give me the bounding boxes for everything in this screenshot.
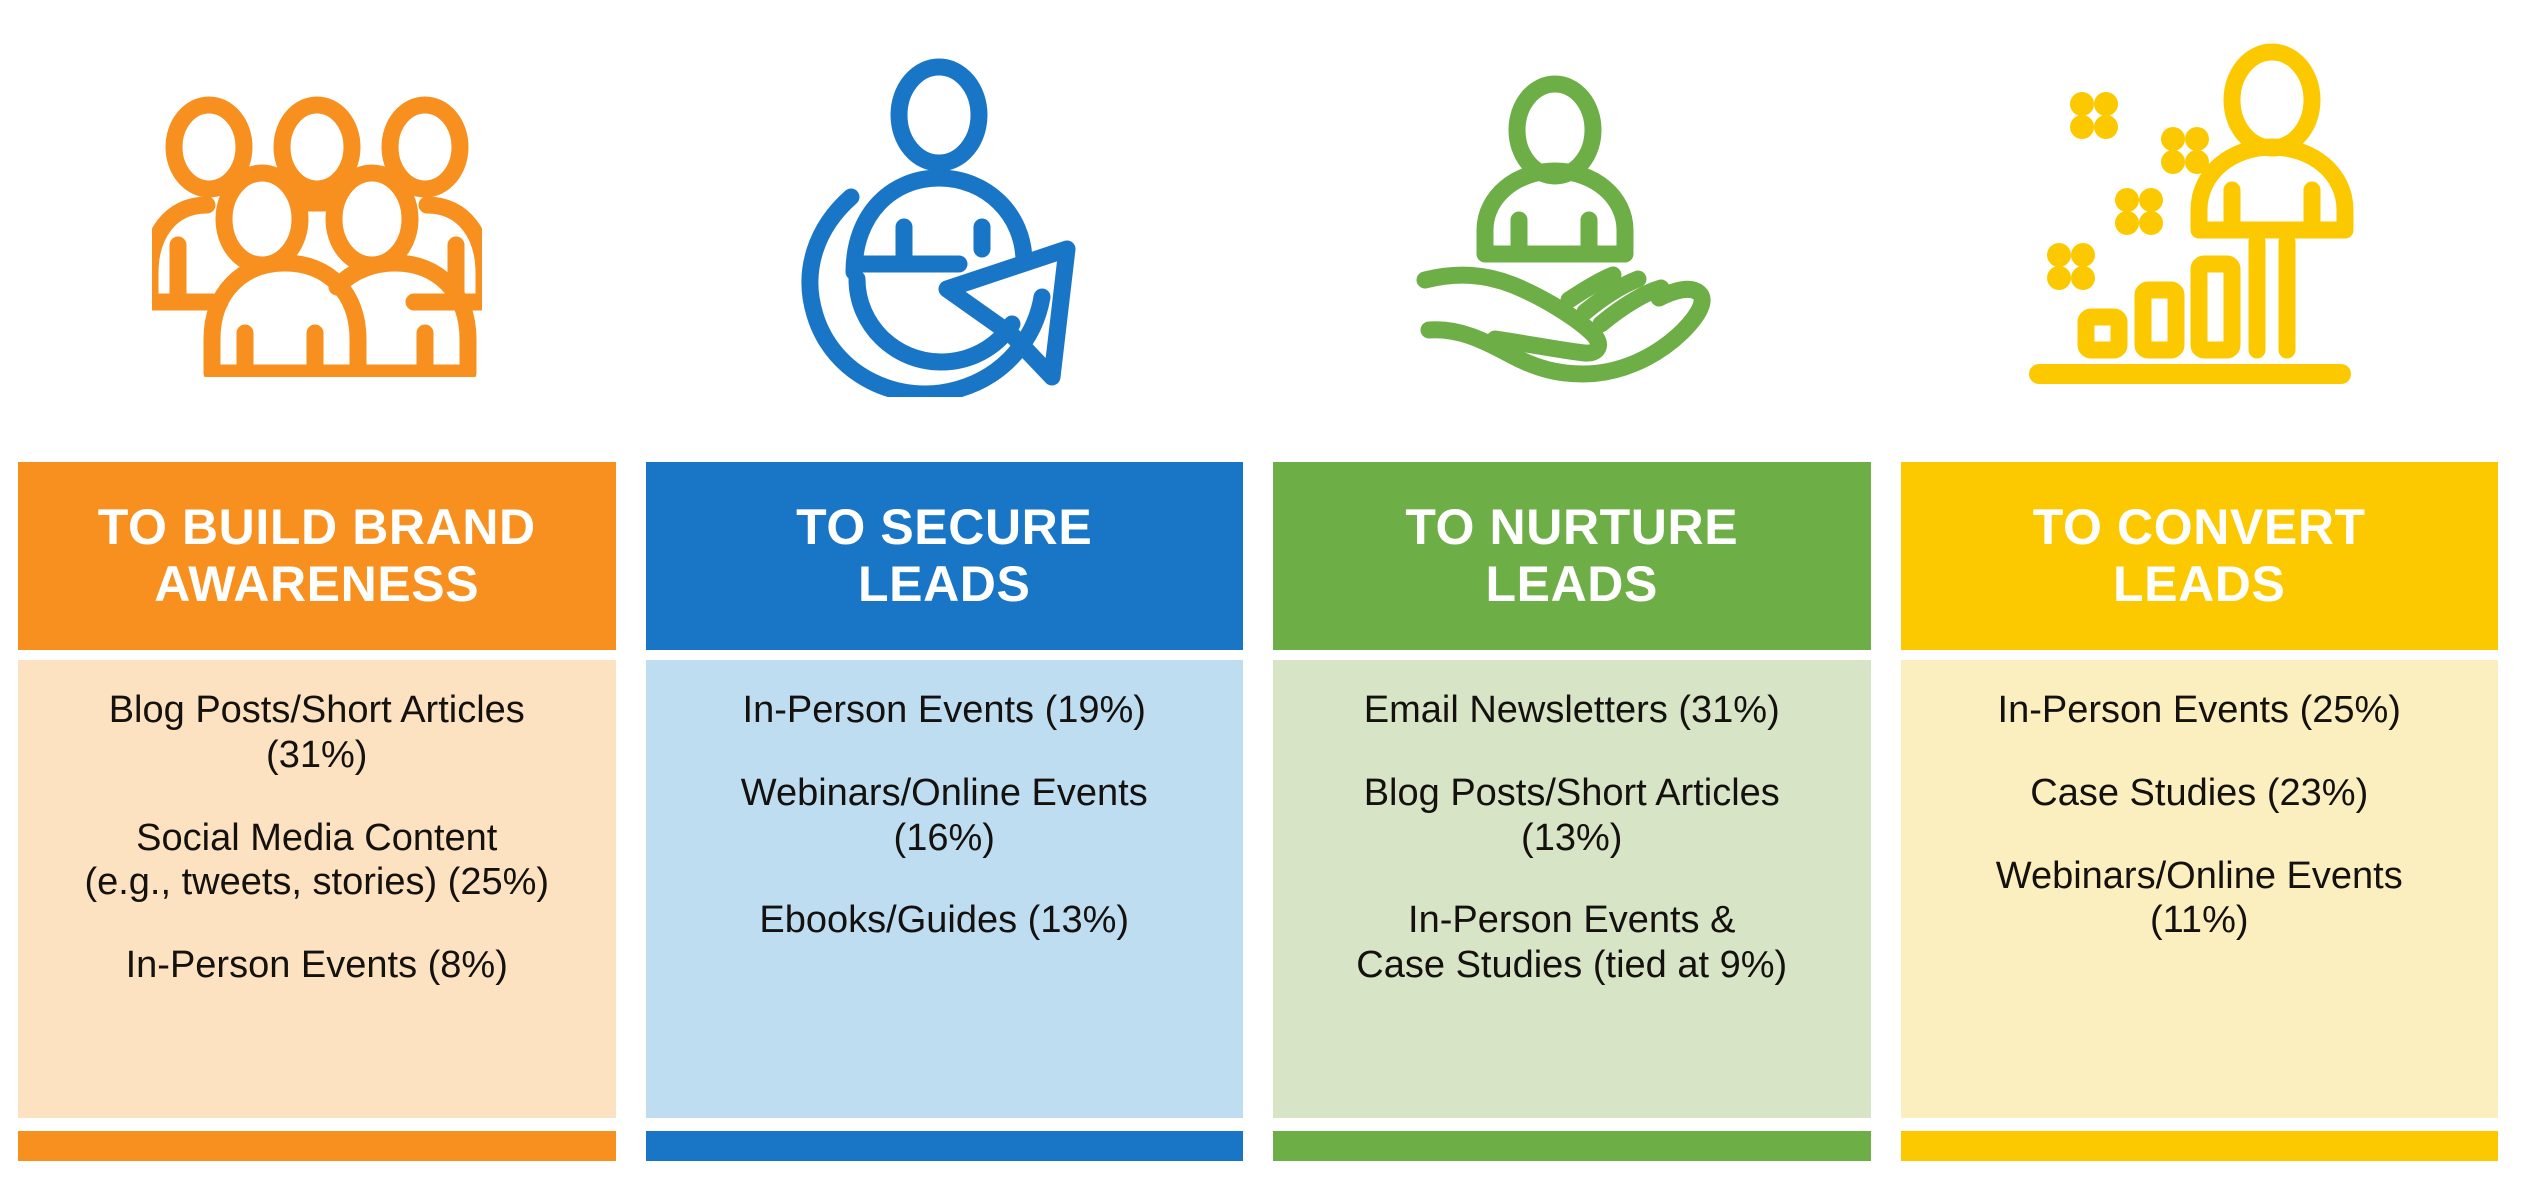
body-panel-secure-leads: In-Person Events (19%) Webinars/Online E… (645, 660, 1243, 1118)
icon-area-nurture-leads (1273, 0, 1871, 462)
header-band-build-brand-awareness: TO BUILD BRAND AWARENESS (18, 462, 616, 650)
column-secure-leads: TO SECURE LEADS In-Person Events (19%) W… (645, 0, 1244, 1190)
column-convert-leads: TO CONVERT LEADS In-Person Events (25%) … (1900, 0, 2499, 1190)
column-nurture-leads: TO NURTURE LEADS Email Newsletters (31%)… (1273, 0, 1871, 1190)
list-item: Webinars/Online Events (16%) (740, 771, 1148, 859)
infographic-root: TO BUILD BRAND AWARENESS Blog Posts/Shor… (0, 0, 2526, 1190)
header-title: TO CONVERT LEADS (2032, 499, 2366, 612)
bottom-accent-bar (18, 1131, 616, 1161)
person-refresh-arrow-icon (799, 57, 1089, 397)
header-title: TO SECURE LEADS (796, 499, 1093, 612)
body-panel-convert-leads: In-Person Events (25%) Case Studies (23%… (1900, 660, 2498, 1118)
header-band-convert-leads: TO CONVERT LEADS (1900, 462, 2498, 650)
body-panel-build-brand-awareness: Blog Posts/Short Articles (31%) Social M… (18, 660, 616, 1118)
header-band-secure-leads: TO SECURE LEADS (645, 462, 1243, 650)
list-item: In-Person Events & Case Studies (tied at… (1356, 899, 1788, 987)
icon-area-convert-leads (1901, 0, 2499, 462)
list-item: Blog Posts/Short Articles (13%) (1363, 771, 1780, 859)
list-item: Webinars/Online Events (11%) (1995, 854, 2403, 942)
header-band-nurture-leads: TO NURTURE LEADS (1273, 462, 1871, 650)
list-item: Blog Posts/Short Articles (31%) (108, 689, 525, 776)
list-item: Social Media Content (e.g., tweets, stor… (84, 816, 550, 904)
list-item: Ebooks/Guides (13%) (759, 899, 1130, 942)
column-build-brand-awareness: TO BUILD BRAND AWARENESS Blog Posts/Shor… (18, 0, 616, 1190)
list-item: In-Person Events (25%) (1997, 689, 2401, 731)
body-panel-nurture-leads: Email Newsletters (31%) Blog Posts/Short… (1273, 660, 1871, 1118)
people-group-icon (151, 77, 482, 377)
person-on-hand-icon (1407, 62, 1737, 392)
icon-area-build-brand-awareness (18, 0, 616, 462)
header-title: TO BUILD BRAND AWARENESS (97, 499, 536, 612)
bottom-accent-bar (645, 1131, 1243, 1161)
list-item: In-Person Events (8%) (125, 944, 508, 987)
column-container: TO BUILD BRAND AWARENESS Blog Posts/Shor… (18, 0, 2498, 1190)
person-growth-chart-icon (2029, 42, 2369, 412)
list-item: In-Person Events (19%) (742, 689, 1146, 731)
bottom-accent-bar (1273, 1131, 1871, 1161)
bottom-accent-bar (1900, 1131, 2498, 1161)
list-item: Email Newsletters (31%) (1363, 689, 1780, 731)
list-item: Case Studies (23%) (2030, 771, 2369, 814)
header-title: TO NURTURE LEADS (1405, 499, 1739, 612)
icon-area-secure-leads (646, 0, 1244, 462)
